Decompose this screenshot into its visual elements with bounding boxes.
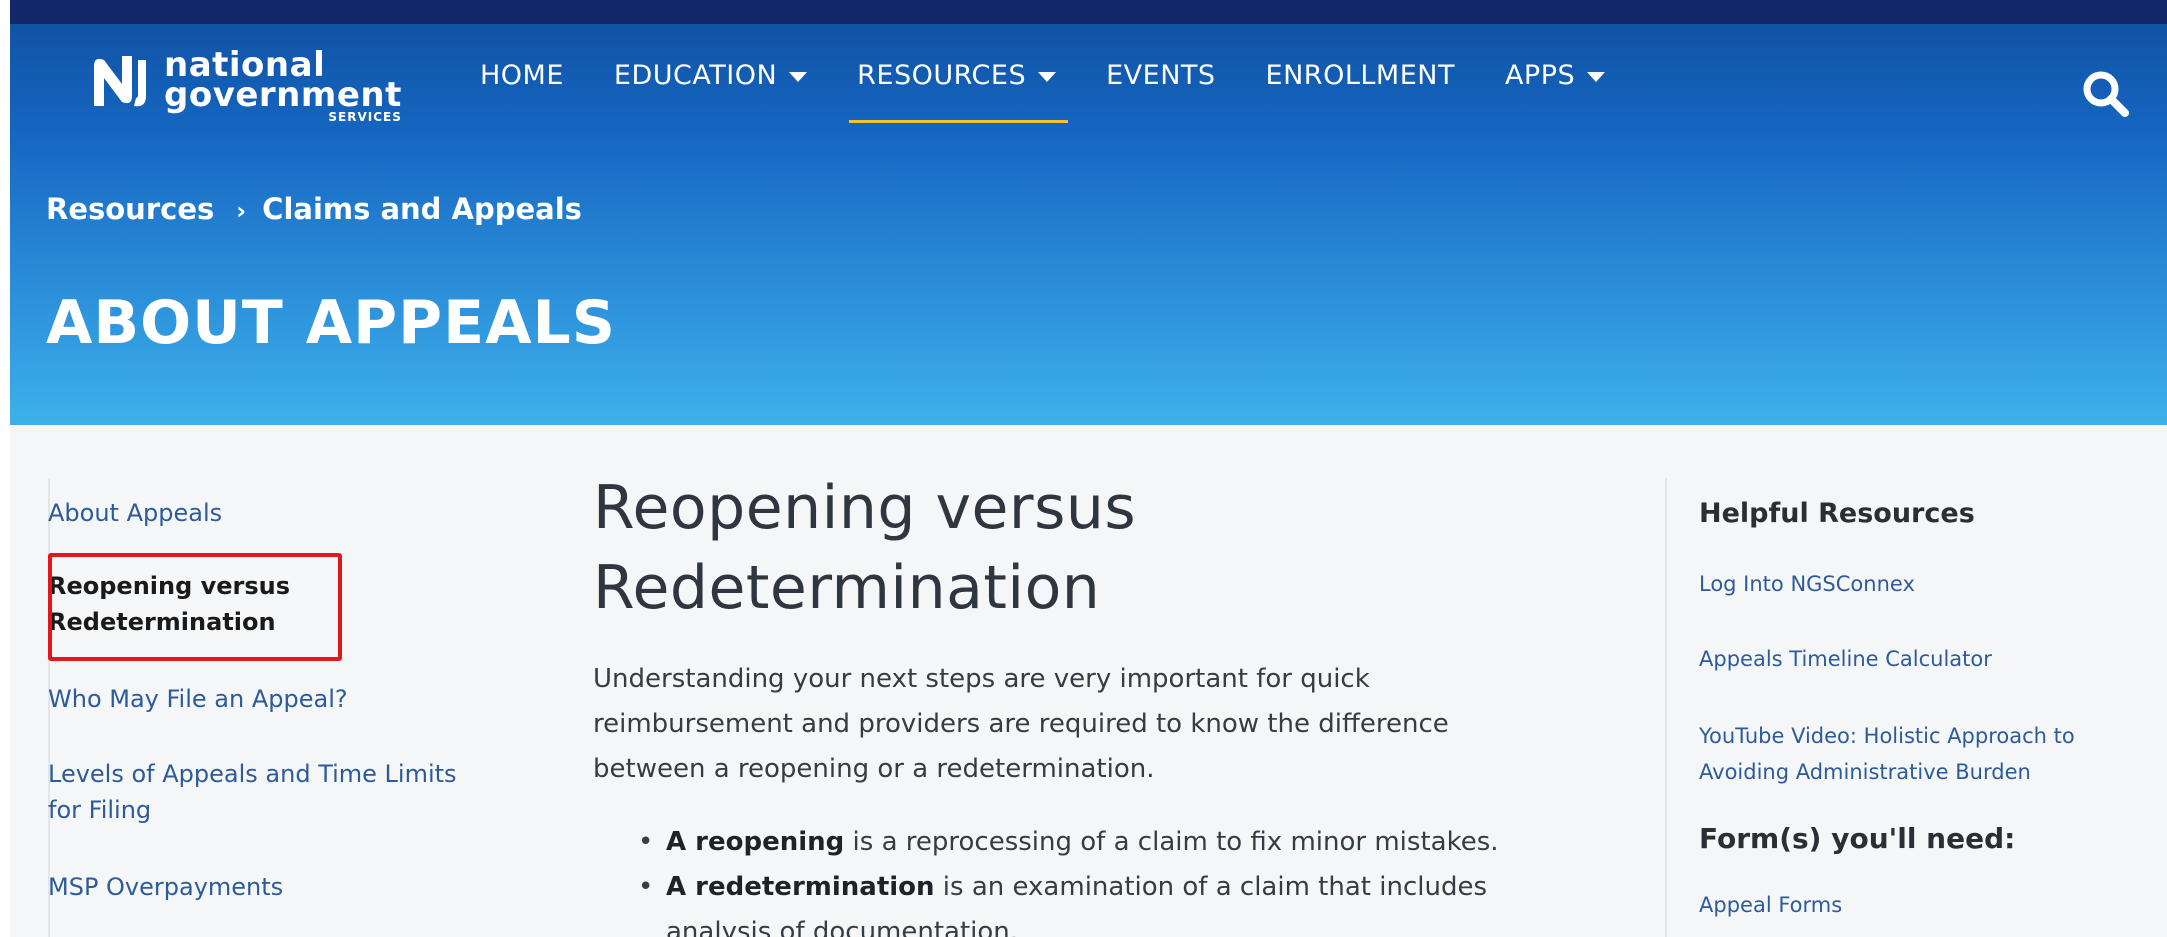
intro-line2: reimbursement and providers are required… <box>593 709 1449 739</box>
forms-heading: Form(s) you'll need: <box>1699 822 2016 855</box>
intro-line1: Understanding your next steps are very i… <box>593 664 1370 694</box>
sidebar-item-levels-of-appeals[interactable]: Levels of Appeals and Time Limits for Fi… <box>48 756 457 828</box>
ngs-logo-mark-icon <box>94 56 146 107</box>
link-label: YouTube Video: Holistic Approach to <box>1699 724 2075 748</box>
link-youtube-video[interactable]: YouTube Video: Holistic Approach to Avoi… <box>1699 718 2075 790</box>
ngs-logo[interactable]: national government SERVICES <box>88 48 402 124</box>
breadcrumb-separator: › <box>236 197 247 225</box>
intro-paragraph: Understanding your next steps are very i… <box>593 657 1513 792</box>
nav-apps[interactable]: APPS <box>1504 60 1606 91</box>
list-item: A reopening is a reprocessing of a claim… <box>638 820 1538 865</box>
breadcrumb: Resources › Claims and Appeals <box>46 192 582 226</box>
nav-events-label: EVENTS <box>1106 60 1216 91</box>
sidebar-item-who-may-file[interactable]: Who May File an Appeal? <box>48 681 348 717</box>
header-hero: national government SERVICES HOME EDUCAT… <box>10 0 2167 425</box>
sidebar-item-msp-overpayments[interactable]: MSP Overpayments <box>48 869 283 905</box>
intro-line3: between a reopening or a redetermination… <box>593 754 1155 784</box>
nav-apps-label: APPS <box>1504 60 1576 91</box>
list-item-term: A redetermination <box>666 872 935 902</box>
sidebar-item-label-line2: for Filing <box>48 796 152 824</box>
nav-education[interactable]: EDUCATION <box>613 60 808 91</box>
nav-enrollment[interactable]: ENROLLMENT <box>1266 60 1455 91</box>
breadcrumb-resources[interactable]: Resources <box>46 192 214 226</box>
helpful-resources-heading: Helpful Resources <box>1699 498 1975 529</box>
logo-line-government: government <box>164 75 402 115</box>
page-frame: national government SERVICES HOME EDUCAT… <box>10 0 2167 937</box>
search-icon[interactable] <box>2080 68 2130 118</box>
nav-resources[interactable]: RESOURCES <box>849 60 1069 123</box>
nav-resources-label: RESOURCES <box>857 60 1027 91</box>
list-item-term: A reopening <box>666 827 845 857</box>
page-title: ABOUT APPEALS <box>46 288 616 358</box>
nav-education-label: EDUCATION <box>613 60 778 91</box>
sidebar-item-label: Levels of Appeals and Time Limits <box>48 760 457 788</box>
nav-home-label: HOME <box>480 60 564 91</box>
section-heading-line2: Redetermination <box>593 553 1101 623</box>
definitions-list: A reopening is a reprocessing of a claim… <box>638 820 1538 937</box>
nav-enrollment-label: ENROLLMENT <box>1265 60 1455 91</box>
right-sidebar <box>1665 478 2167 937</box>
section-heading: Reopening versus Redetermination <box>593 468 1493 628</box>
highlight-box <box>48 553 342 661</box>
top-bar <box>10 0 2167 24</box>
sidebar-item-about-appeals[interactable]: About Appeals <box>48 495 222 531</box>
link-appeals-timeline-calculator[interactable]: Appeals Timeline Calculator <box>1699 641 1992 677</box>
main-nav: HOME EDUCATION RESOURCES EVENTS ENROLLME… <box>480 60 1655 123</box>
logo-text: national government SERVICES <box>164 48 402 124</box>
list-item-text: is an examination of a claim that includ… <box>934 872 1487 902</box>
nav-events[interactable]: EVENTS <box>1106 60 1215 91</box>
chevron-down-icon <box>1587 72 1606 82</box>
list-item-text-line2: analysis of documentation. <box>666 917 1019 937</box>
link-log-into-ngsconnex[interactable]: Log Into NGSConnex <box>1699 566 1915 602</box>
list-item: A redetermination is an examination of a… <box>638 865 1538 937</box>
chevron-down-icon <box>1038 72 1057 82</box>
chevron-down-icon <box>789 72 808 82</box>
nav-home[interactable]: HOME <box>480 60 564 91</box>
list-item-text: is a reprocessing of a claim to fix mino… <box>844 827 1499 857</box>
link-label-line2: Avoiding Administrative Burden <box>1699 760 2031 784</box>
section-heading-line1: Reopening versus <box>593 473 1137 543</box>
breadcrumb-claims-and-appeals[interactable]: Claims and Appeals <box>262 192 582 226</box>
link-appeal-forms[interactable]: Appeal Forms <box>1699 887 1842 923</box>
